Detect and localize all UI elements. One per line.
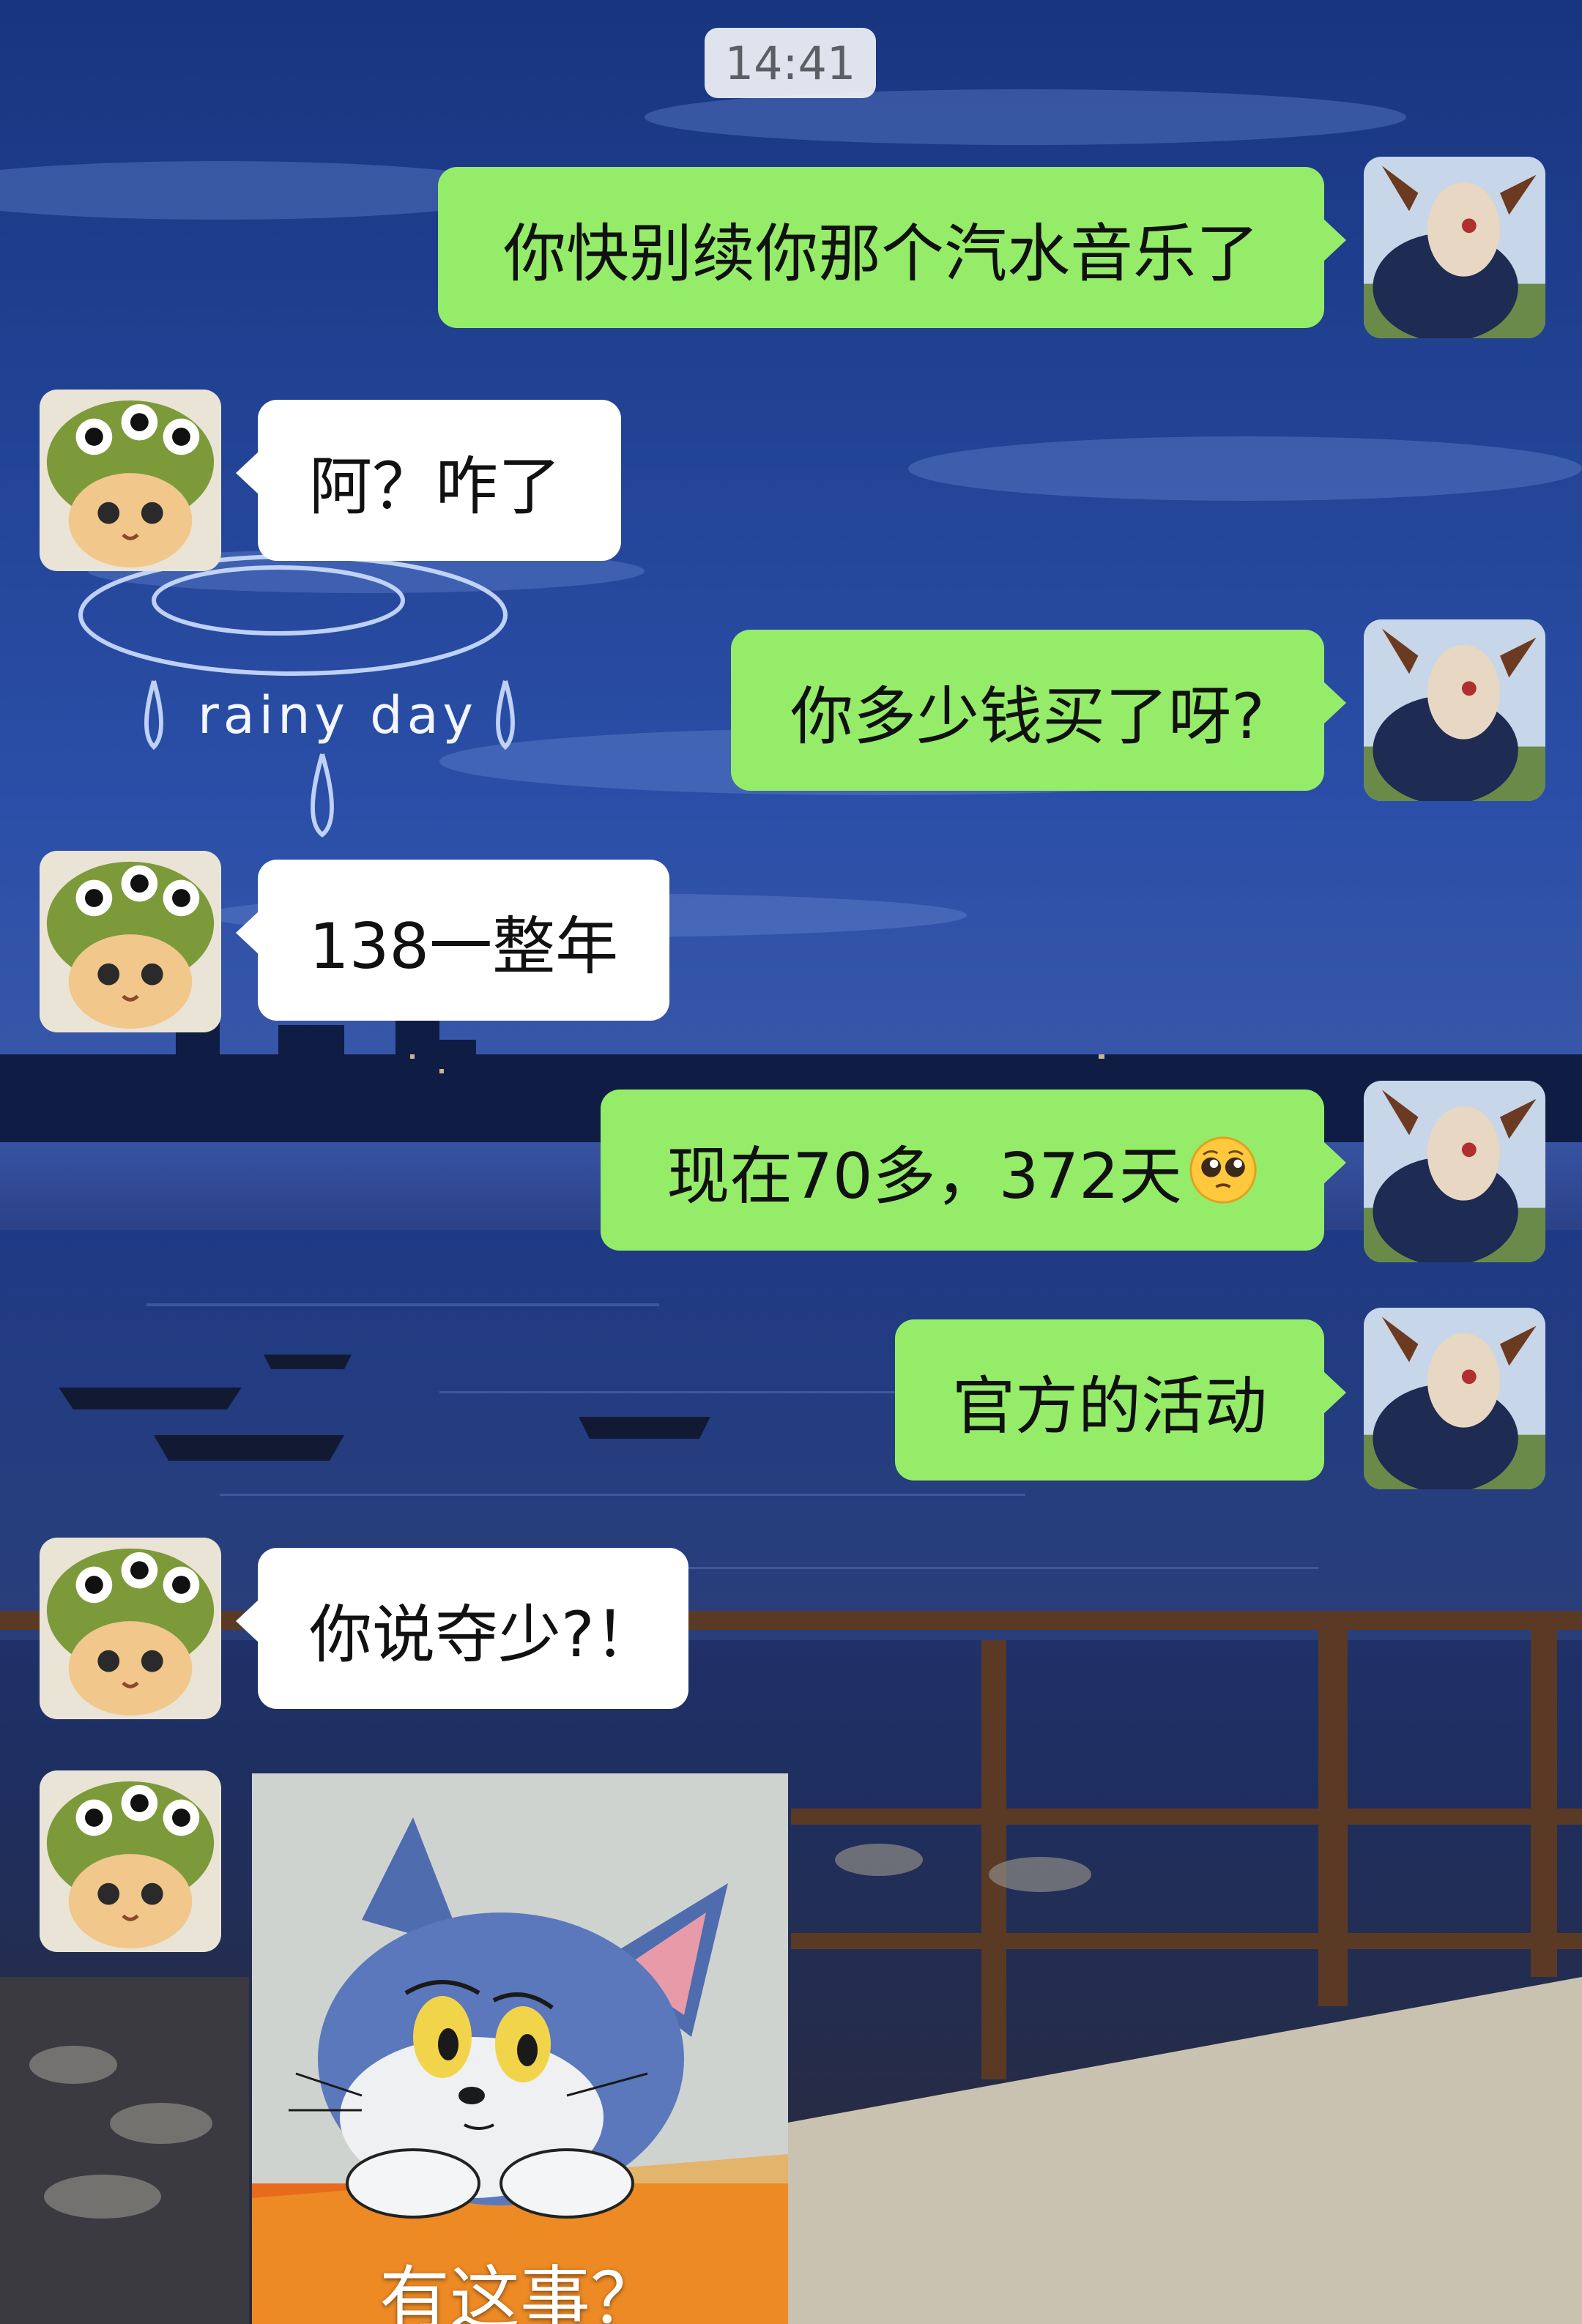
timestamp-text: 14:41 [724, 36, 856, 90]
avatar-contact-image [40, 851, 221, 1032]
sticker-caption: 有这事？ [379, 2258, 661, 2324]
wallpaper-caption-text: rainy day [198, 685, 478, 745]
avatar-contact[interactable] [40, 851, 221, 1032]
avatar-self-image [1364, 157, 1545, 338]
avatar-contact-image [40, 1770, 221, 1952]
message-bubble-received[interactable]: 你说夺少?！ [236, 1548, 688, 1709]
avatar-contact-image [40, 390, 221, 571]
message-bubble-received[interactable]: 138一整年 [236, 860, 669, 1021]
timestamp: 14:41 [705, 28, 876, 98]
message-text: 你说夺少?！ [309, 1598, 658, 1672]
message-bubble-received[interactable]: 阿？咋了 [236, 400, 621, 561]
chat-view: 14:41 rainy day 你快别续你那个汽水音乐了 阿？咋了 你多少钱买了… [0, 0, 1582, 2324]
avatar-self-image [1364, 1308, 1545, 1489]
pleading-face-icon [1189, 1136, 1257, 1204]
message-text: 阿？咋了 [309, 450, 561, 524]
avatar-contact[interactable] [40, 1538, 221, 1719]
avatar-self-image [1364, 619, 1545, 801]
message-bubble-sent[interactable]: 官方的活动 [895, 1319, 1346, 1481]
avatar-contact-image [40, 1538, 221, 1719]
avatar-self[interactable] [1364, 1308, 1545, 1489]
avatar-contact[interactable] [40, 390, 221, 571]
wallpaper-caption: rainy day [198, 685, 478, 745]
message-text: 官方的活动 [952, 1369, 1267, 1443]
avatar-contact[interactable] [40, 1770, 221, 1952]
message-text: 你多少钱买了呀? [790, 679, 1265, 753]
message-text: 你快别续你那个汽水音乐了 [503, 217, 1259, 291]
sticker-message[interactable]: 有这事？ [252, 1773, 788, 2324]
message-text: 现在70多，372天 [666, 1139, 1182, 1213]
avatar-self[interactable] [1364, 157, 1545, 338]
message-bubble-sent[interactable]: 现在70多，372天 [601, 1090, 1346, 1251]
message-bubble-sent[interactable]: 你快别续你那个汽水音乐了 [438, 167, 1346, 328]
avatar-self[interactable] [1364, 619, 1545, 801]
avatar-self[interactable] [1364, 1081, 1545, 1262]
message-text: 138一整年 [309, 909, 619, 983]
message-bubble-sent[interactable]: 你多少钱买了呀? [731, 630, 1346, 791]
avatar-self-image [1364, 1081, 1545, 1262]
